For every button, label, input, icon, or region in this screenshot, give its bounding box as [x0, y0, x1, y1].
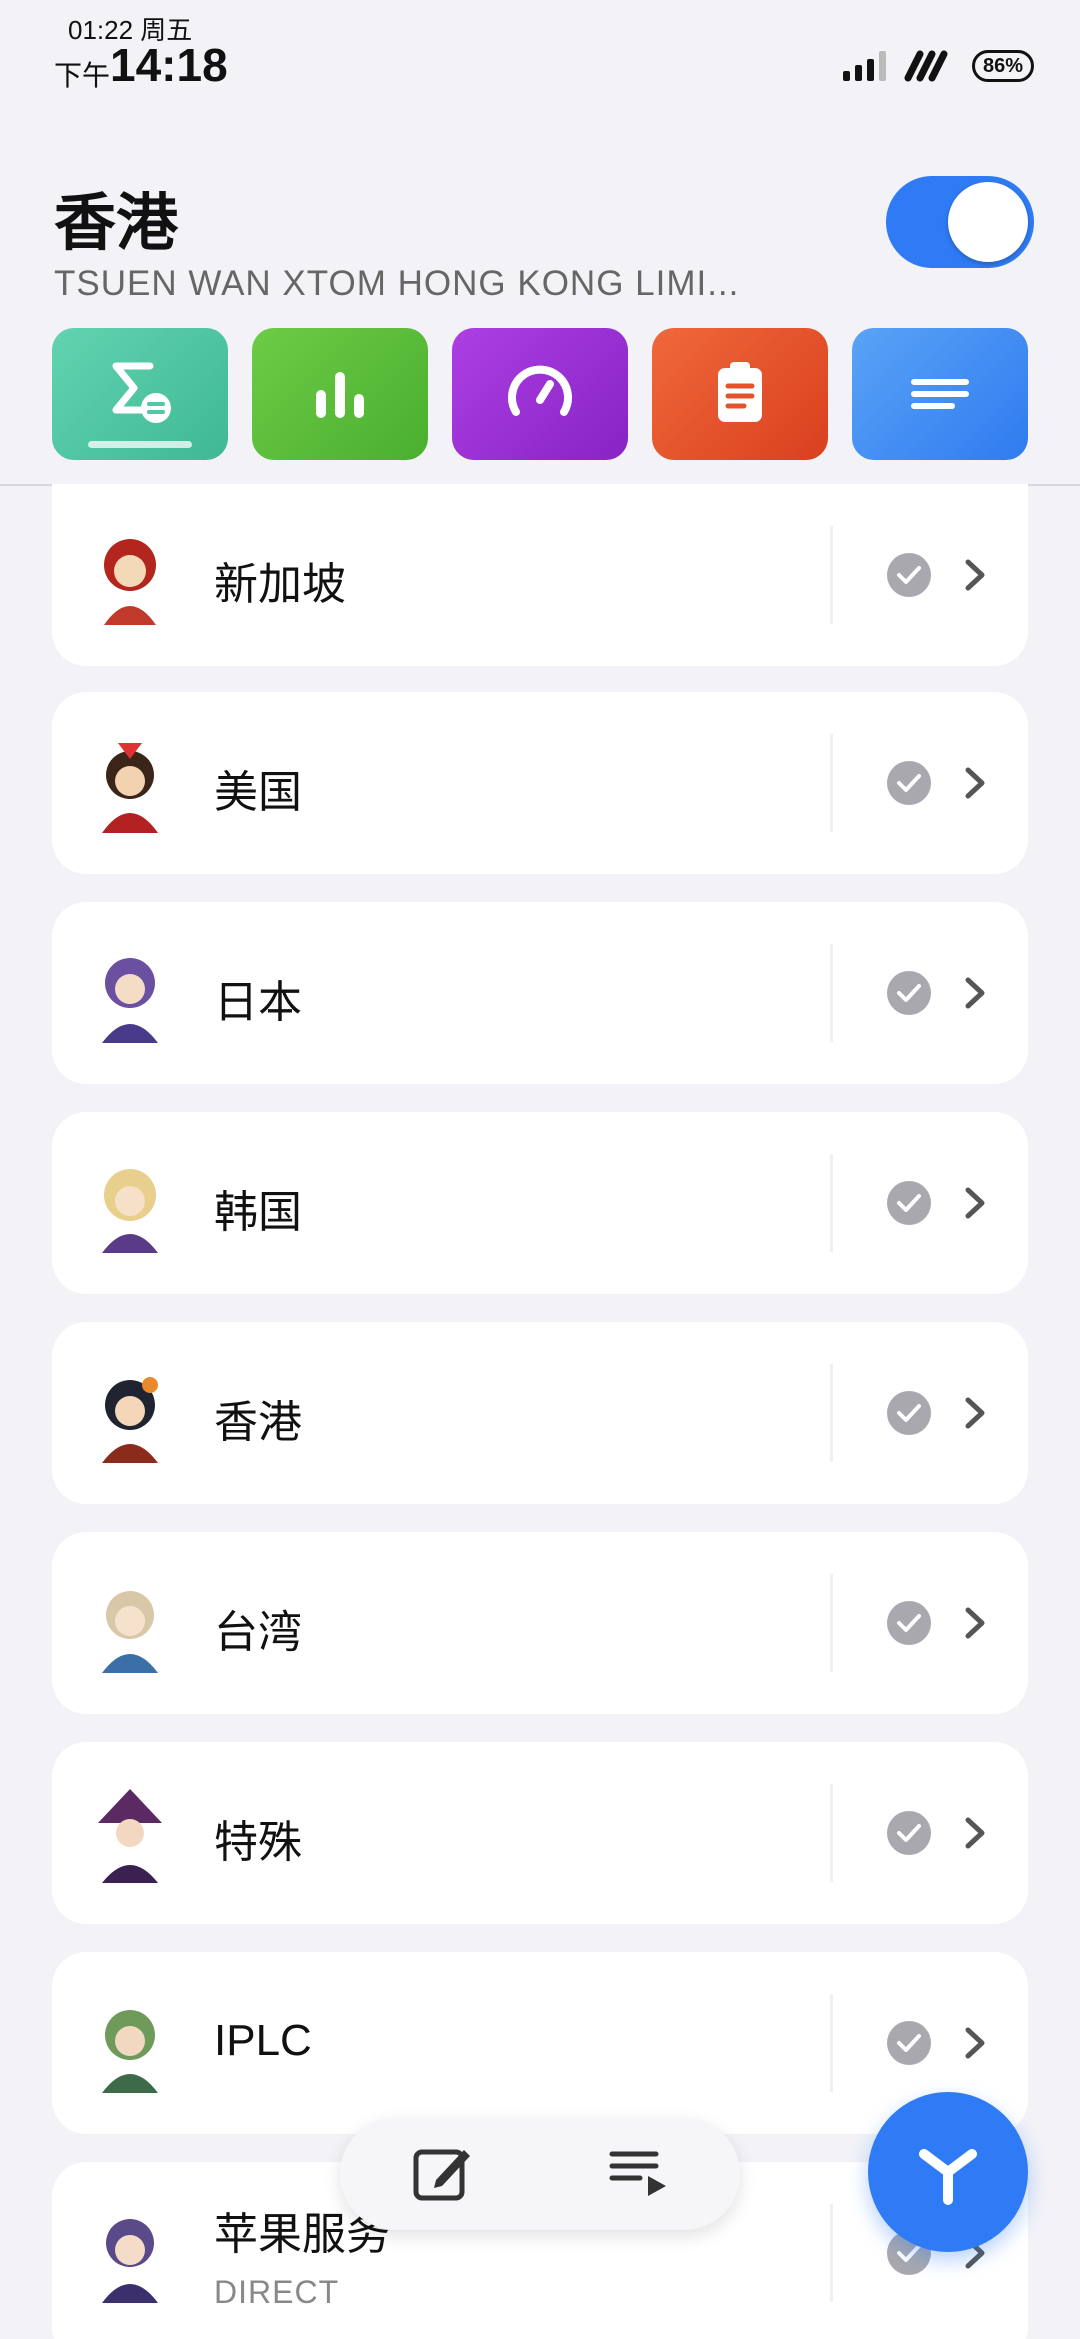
check-circle-icon[interactable]	[886, 552, 932, 598]
card-separator	[830, 1574, 833, 1672]
group-card-singapore[interactable]: 新加坡	[52, 484, 1028, 666]
proxy-toggle[interactable]	[886, 176, 1034, 268]
connect-fab-button[interactable]	[868, 2092, 1028, 2252]
chevron-right-icon[interactable]	[954, 1602, 996, 1644]
group-name: 美国	[214, 768, 302, 817]
card-separator	[830, 1364, 833, 1462]
group-card-special[interactable]: 特殊	[52, 1742, 1028, 1924]
playlist-icon[interactable]	[604, 2140, 672, 2208]
group-name: 特殊	[214, 1818, 302, 1867]
group-avatar	[80, 2203, 180, 2303]
group-name: 台湾	[214, 1608, 302, 1657]
card-separator	[830, 1994, 833, 2092]
group-avatar	[80, 1153, 180, 1253]
group-card-korea[interactable]: 韩国	[52, 1112, 1028, 1294]
sigma-icon	[112, 362, 171, 423]
group-card-taiwan[interactable]: 台湾	[52, 1532, 1028, 1714]
speedometer-icon	[508, 365, 572, 416]
battery-indicator: 86%	[971, 50, 1034, 82]
chevron-right-icon[interactable]	[954, 972, 996, 1014]
card-separator	[830, 526, 833, 624]
group-avatar	[80, 1783, 180, 1883]
edit-icon[interactable]	[408, 2140, 476, 2208]
check-circle-icon[interactable]	[886, 1600, 932, 1646]
menu-lines-icon	[911, 379, 969, 409]
card-separator	[830, 734, 833, 832]
group-name: 韩国	[214, 1188, 302, 1237]
tool-button-speedtest[interactable]	[452, 328, 628, 460]
group-card-japan[interactable]: 日本	[52, 902, 1028, 1084]
group-name: 新加坡	[214, 560, 346, 609]
check-circle-icon[interactable]	[886, 1810, 932, 1856]
check-circle-icon[interactable]	[886, 1180, 932, 1226]
clipboard-icon	[718, 362, 762, 422]
group-avatar	[80, 1993, 180, 2093]
status-ampm: 下午	[54, 60, 111, 91]
propeller-icon	[919, 2149, 977, 2205]
card-separator	[830, 944, 833, 1042]
status-time: 14:18	[110, 39, 228, 91]
group-avatar	[80, 1363, 180, 1463]
card-separator	[830, 2204, 833, 2302]
group-card-usa[interactable]: 美国	[52, 692, 1028, 874]
wifi-stripes-icon	[904, 50, 948, 82]
group-card-hongkong[interactable]: 香港	[52, 1322, 1028, 1504]
group-avatar	[80, 733, 180, 833]
group-avatar	[80, 943, 180, 1043]
bar-chart-icon	[316, 372, 364, 418]
chevron-right-icon[interactable]	[954, 1812, 996, 1854]
tool-button-menu[interactable]	[852, 328, 1028, 460]
tool-button-sigma[interactable]	[52, 328, 228, 460]
group-card-iplc[interactable]: IPLC	[52, 1952, 1028, 2134]
status-bar: 01:22 周五 下午 14:18 86%	[0, 0, 1080, 100]
check-circle-icon[interactable]	[886, 2020, 932, 2066]
chevron-right-icon[interactable]	[954, 1182, 996, 1224]
page-subtitle: TSUEN WAN XTOM HONG KONG LIMI...	[54, 264, 740, 303]
cellular-signal-icon	[842, 51, 886, 81]
group-avatar	[80, 525, 180, 625]
group-name: IPLC	[214, 2016, 312, 2065]
group-policy: DIRECT	[214, 2274, 340, 2310]
tool-button-stats[interactable]	[252, 328, 428, 460]
active-tab-indicator	[88, 441, 192, 448]
group-name: 日本	[214, 978, 302, 1027]
card-separator	[830, 1784, 833, 1882]
check-circle-icon[interactable]	[886, 760, 932, 806]
check-circle-icon[interactable]	[886, 1390, 932, 1436]
floating-action-bar	[340, 2118, 740, 2230]
status-icons: 86%	[842, 50, 1034, 82]
tool-button-logs[interactable]	[652, 328, 828, 460]
chevron-right-icon[interactable]	[954, 1392, 996, 1434]
page-title: 香港	[54, 189, 179, 258]
card-separator	[830, 1154, 833, 1252]
check-circle-icon[interactable]	[886, 970, 932, 1016]
group-avatar	[80, 1573, 180, 1673]
chevron-right-icon[interactable]	[954, 554, 996, 596]
toggle-knob	[948, 182, 1028, 262]
chevron-right-icon[interactable]	[954, 2022, 996, 2064]
chevron-right-icon[interactable]	[954, 762, 996, 804]
group-name: 香港	[214, 1398, 302, 1447]
